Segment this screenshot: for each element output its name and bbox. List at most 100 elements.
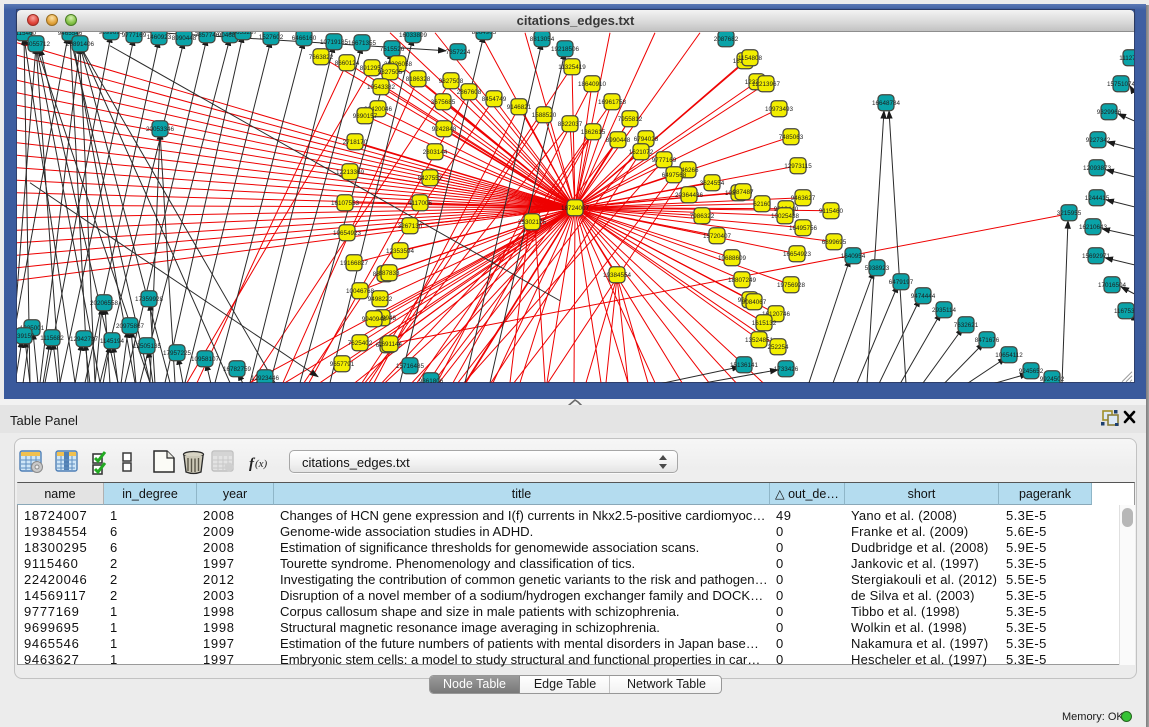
svg-text:8322037: 8322037 xyxy=(558,121,583,128)
svg-text:10543382: 10543382 xyxy=(367,84,396,91)
svg-text:6899695: 6899695 xyxy=(822,239,847,246)
svg-text:10025438: 10025438 xyxy=(771,213,800,220)
svg-text:1167534: 1167534 xyxy=(1114,308,1134,315)
svg-text:3267130: 3267130 xyxy=(398,223,423,230)
svg-text:8990448: 8990448 xyxy=(606,137,631,144)
svg-text:8990448: 8990448 xyxy=(172,35,197,42)
svg-text:9827505: 9827505 xyxy=(378,69,403,76)
svg-text:17016504: 17016504 xyxy=(1098,282,1127,289)
svg-text:7515526: 7515526 xyxy=(380,46,405,53)
svg-text:9463627: 9463627 xyxy=(791,195,816,202)
svg-text:9146821: 9146821 xyxy=(507,104,532,111)
svg-text:15720407: 15720407 xyxy=(703,233,732,240)
svg-text:10653287: 10653287 xyxy=(229,32,258,36)
svg-text:1640954: 1640954 xyxy=(841,253,866,260)
svg-text:1621072: 1621072 xyxy=(629,149,654,156)
svg-text:8664905: 8664905 xyxy=(472,32,497,36)
svg-text:1112753: 1112753 xyxy=(1119,55,1134,62)
svg-text:3624554: 3624554 xyxy=(700,180,725,187)
svg-text:9242848: 9242848 xyxy=(432,126,457,133)
svg-text:16671355: 16671355 xyxy=(348,40,377,47)
svg-text:9890157: 9890157 xyxy=(353,113,378,120)
svg-text:1145194: 1145194 xyxy=(100,338,125,345)
svg-text:7663822: 7663822 xyxy=(309,54,334,61)
svg-text:6466160: 6466160 xyxy=(292,35,317,42)
svg-text:19654923: 19654923 xyxy=(333,230,362,237)
svg-text:987487: 987487 xyxy=(732,189,754,196)
svg-text:19756928: 19756928 xyxy=(777,282,806,289)
svg-text:14055712: 14055712 xyxy=(22,41,51,48)
svg-text:3675685: 3675685 xyxy=(431,99,456,106)
svg-text:9084067: 9084067 xyxy=(742,299,767,306)
svg-text:1115682: 1115682 xyxy=(40,335,64,342)
svg-text:1527602: 1527602 xyxy=(259,34,284,41)
svg-text:2867608: 2867608 xyxy=(457,89,482,96)
svg-text:9361806: 9361806 xyxy=(419,378,444,383)
svg-text:7625402: 7625402 xyxy=(348,340,373,347)
svg-text:9498222: 9498222 xyxy=(368,296,393,303)
svg-text:15751074: 15751074 xyxy=(1107,81,1134,88)
svg-text:16210643: 16210643 xyxy=(1079,224,1108,231)
svg-text:62160: 62160 xyxy=(753,201,771,208)
svg-text:10688609: 10688609 xyxy=(718,255,747,262)
svg-text:18807249: 18807249 xyxy=(728,277,757,284)
svg-text:3215955: 3215955 xyxy=(1057,210,1082,217)
svg-text:16033809: 16033809 xyxy=(399,32,428,39)
svg-text:7986322: 7986322 xyxy=(690,213,715,220)
svg-text:16961758: 16961758 xyxy=(598,99,627,106)
svg-text:20053346: 20053346 xyxy=(146,126,175,133)
svg-text:2718170: 2718170 xyxy=(343,139,368,146)
svg-text:7857746: 7857746 xyxy=(195,32,220,39)
svg-text:887833: 887833 xyxy=(378,270,400,277)
svg-text:20891406: 20891406 xyxy=(66,41,95,48)
svg-text:12093873: 12093873 xyxy=(1083,165,1112,172)
svg-text:18724007: 18724007 xyxy=(561,205,590,212)
svg-text:2087682: 2087682 xyxy=(714,36,739,43)
svg-text:939159: 939159 xyxy=(17,333,35,340)
svg-text:7632621: 7632621 xyxy=(954,322,979,329)
svg-text:5938923: 5938923 xyxy=(865,265,890,272)
svg-text:9699695: 9699695 xyxy=(99,32,124,36)
svg-text:20206558: 20206558 xyxy=(90,300,119,307)
svg-text:17957225: 17957225 xyxy=(163,350,192,357)
svg-text:7357224: 7357224 xyxy=(446,49,471,56)
svg-text:10973493: 10973493 xyxy=(765,106,794,113)
svg-text:20975867: 20975867 xyxy=(116,323,145,330)
svg-text:9777169: 9777169 xyxy=(122,32,147,39)
svg-text:8471676: 8471676 xyxy=(975,337,1000,344)
svg-text:6497568: 6497568 xyxy=(662,172,687,179)
svg-text:16782759: 16782759 xyxy=(223,366,252,373)
svg-text:19166827: 19166827 xyxy=(340,260,369,267)
svg-text:16648784: 16648784 xyxy=(872,100,901,107)
svg-text:(x): (x) xyxy=(255,458,268,470)
svg-text:15716485: 15716485 xyxy=(396,363,425,370)
svg-text:7955812: 7955812 xyxy=(618,116,643,123)
svg-text:2803144: 2803144 xyxy=(423,149,448,156)
svg-text:8427552: 8427552 xyxy=(418,175,443,182)
svg-text:12505135: 12505135 xyxy=(133,343,162,350)
svg-text:12353594: 12353594 xyxy=(386,248,415,255)
svg-text:8454749: 8454749 xyxy=(482,96,507,103)
svg-text:1691144: 1691144 xyxy=(378,341,403,348)
svg-text:19384554: 19384554 xyxy=(603,272,632,279)
svg-text:15136141: 15136141 xyxy=(730,362,759,369)
svg-text:7485063: 7485063 xyxy=(779,134,804,141)
svg-text:12213369: 12213369 xyxy=(336,169,365,176)
svg-text:16654923: 16654923 xyxy=(783,251,812,258)
svg-text:12942737: 12942737 xyxy=(70,336,99,343)
svg-text:17359928: 17359928 xyxy=(135,296,164,303)
svg-text:1588520: 1588520 xyxy=(532,112,557,119)
svg-text:10654112: 10654112 xyxy=(995,352,1023,359)
svg-text:2935114: 2935114 xyxy=(932,307,957,314)
svg-text:12973115: 12973115 xyxy=(784,163,812,170)
svg-text:11325419: 11325419 xyxy=(558,64,586,71)
svg-text:9227342: 9227342 xyxy=(1086,137,1111,144)
svg-text:19218506: 19218506 xyxy=(551,46,580,53)
svg-text:13524851: 13524851 xyxy=(745,337,774,344)
svg-text:1615132: 1615132 xyxy=(752,320,777,327)
svg-text:4117006: 4117006 xyxy=(408,200,433,207)
svg-text:16107553: 16107553 xyxy=(331,200,360,207)
svg-text:6794028: 6794028 xyxy=(634,136,659,143)
svg-text:10046768: 10046768 xyxy=(346,288,375,295)
svg-text:12923446: 12923446 xyxy=(251,375,280,382)
